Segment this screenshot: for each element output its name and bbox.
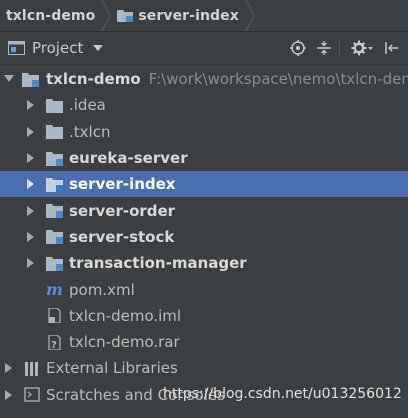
project-toolbar: Project: [0, 32, 408, 65]
breadcrumb-label: txlcn-demo: [6, 7, 96, 24]
chevron-right-icon[interactable]: [4, 363, 14, 374]
tree-item-module[interactable]: eureka-server: [0, 145, 408, 171]
tree-item-label: .txlcn: [69, 122, 111, 141]
folder-icon: [46, 98, 63, 113]
module-folder-icon: [117, 10, 134, 22]
chevron-right-icon[interactable]: [4, 389, 14, 400]
tree-item-label: txlcn-demo.rar: [69, 333, 180, 352]
tree-item-label: txlcn-demo.iml: [69, 306, 182, 325]
module-folder-icon: [46, 151, 63, 166]
tree-item-module[interactable]: server-stock: [0, 224, 408, 250]
chevron-right-icon[interactable]: [26, 231, 36, 242]
project-tree: txlcn-demo F:\work\workspace\nemo\txlcn-d…: [0, 66, 408, 408]
tree-item-file[interactable]: m pom.xml: [0, 276, 408, 302]
chevron-right-icon[interactable]: [26, 205, 36, 216]
chevron-right-icon[interactable]: [26, 100, 36, 111]
tree-item-label: server-order: [69, 201, 176, 220]
iml-file-icon: [48, 308, 61, 324]
module-folder-icon: [22, 72, 39, 87]
collapse-icon: [317, 41, 331, 55]
tree-item-label: pom.xml: [69, 280, 135, 299]
module-folder-icon: [46, 256, 63, 271]
project-icon: [8, 41, 25, 55]
tree-item-folder[interactable]: .idea: [0, 92, 408, 118]
library-icon: [25, 361, 38, 376]
chevron-right-icon[interactable]: [26, 258, 36, 269]
breadcrumb-item-server-index[interactable]: server-index: [111, 8, 239, 24]
project-view-selector[interactable]: Project: [0, 39, 104, 57]
tree-item-file[interactable]: txlcn-demo.iml: [0, 303, 408, 329]
chevron-separator-icon: [101, 0, 111, 31]
hide-button[interactable]: [380, 37, 402, 59]
gear-icon: [351, 40, 373, 56]
tree-item-label: eureka-server: [69, 149, 188, 168]
chevron-right-icon[interactable]: [26, 126, 36, 137]
collapse-all-button[interactable]: [313, 37, 335, 59]
svg-text:?: ?: [51, 340, 57, 350]
tree-item-label: server-stock: [69, 227, 175, 246]
root-path: F:\work\workspace\nemo\txlcn-dem: [148, 70, 408, 89]
breadcrumb-label: server-index: [138, 7, 239, 24]
module-folder-icon: [46, 230, 63, 245]
project-view-title: Project: [32, 39, 84, 57]
chevron-right-icon[interactable]: [26, 153, 36, 164]
toolbar-divider: [339, 39, 340, 57]
module-folder-icon: [46, 204, 63, 219]
chevron-right-icon[interactable]: [26, 179, 36, 190]
chevron-separator-icon: [245, 0, 255, 31]
folder-icon: [46, 125, 63, 140]
chevron-down-icon[interactable]: [4, 74, 14, 84]
hide-icon: [385, 42, 398, 54]
locate-button[interactable]: [287, 37, 309, 59]
watermark: https://blog.csdn.net/u013256012: [163, 386, 402, 402]
tree-item-external-libraries[interactable]: External Libraries: [0, 355, 408, 381]
tree-item-file[interactable]: ? txlcn-demo.rar: [0, 329, 408, 355]
tree-item-label: transaction-manager: [69, 254, 247, 273]
tree-item-module-selected[interactable]: server-index: [0, 171, 408, 198]
breadcrumb: txlcn-demo server-index: [0, 0, 408, 32]
svg-text:m: m: [46, 282, 63, 297]
tree-item-module[interactable]: transaction-manager: [0, 250, 408, 276]
maven-icon: m: [46, 282, 63, 297]
module-folder-icon: [46, 177, 63, 192]
tree-item-label: External Libraries: [46, 359, 178, 378]
scratches-icon: [24, 387, 40, 402]
chevron-down-icon: [93, 45, 104, 51]
tree-item-label: .idea: [69, 96, 106, 115]
breadcrumb-item-txlcn-demo[interactable]: txlcn-demo: [0, 8, 95, 24]
unknown-file-icon: ?: [48, 334, 61, 350]
settings-button[interactable]: [348, 37, 376, 59]
tree-item-label: server-index: [69, 175, 176, 194]
tree-item-root[interactable]: txlcn-demo F:\work\workspace\nemo\txlcn-d…: [0, 66, 408, 92]
target-icon: [290, 40, 306, 56]
tree-item-module[interactable]: server-order: [0, 197, 408, 223]
tree-item-folder[interactable]: .txlcn: [0, 119, 408, 145]
root-name: txlcn-demo: [46, 70, 141, 89]
tree-item-label: txlcn-demo F:\work\workspace\nemo\txlcn-d…: [46, 70, 408, 88]
